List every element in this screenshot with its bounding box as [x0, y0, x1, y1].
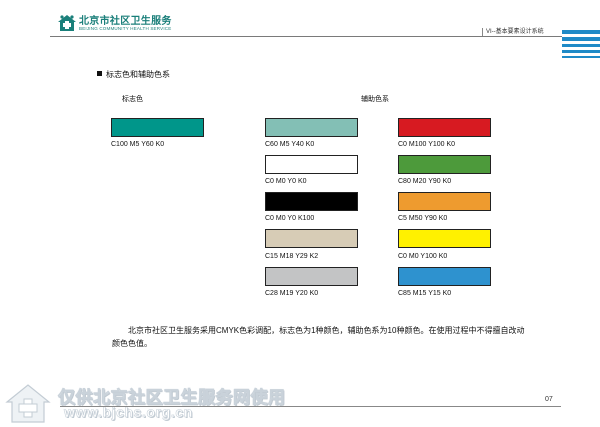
brand-color-label: 标志色	[122, 96, 143, 103]
house-logo-icon	[58, 15, 76, 31]
aux-swatch-yellow	[398, 229, 491, 248]
stripe	[562, 56, 600, 58]
aux-swatch-blue	[398, 267, 491, 286]
aux-code: C15 M18 Y29 K2	[265, 253, 319, 260]
aux-code: C60 M5 Y40 K0	[265, 141, 315, 148]
page-number: 07	[545, 396, 553, 403]
brand-logo: 北京市社区卫生服务 BEIJING COMMUNITY HEALTH SERVI…	[57, 12, 177, 36]
brand-color-swatch	[111, 118, 204, 137]
aux-swatch-red	[398, 118, 491, 137]
aux-swatch-beige	[265, 229, 358, 248]
aux-swatch-green	[398, 155, 491, 174]
aux-code: C28 M19 Y20 K0	[265, 290, 319, 297]
aux-code: C0 M0 Y0 K100	[265, 215, 315, 222]
header-title: VI--基本要素设计系统	[486, 29, 544, 35]
description-text: 北京市社区卫生服务采用CMYK色彩调配，标志色为1种颜色，辅助色系为10种颜色。…	[112, 326, 525, 348]
stripe	[562, 50, 600, 53]
aux-code: C0 M0 Y0 K0	[265, 178, 307, 185]
aux-swatch-gray	[265, 267, 358, 286]
header-divider	[50, 36, 562, 37]
logo-text-en: BEIJING COMMUNITY HEALTH SERVICE	[79, 26, 172, 31]
stripe	[562, 30, 600, 34]
section-title: 标志色和辅助色系	[97, 69, 170, 80]
aux-swatch-orange	[398, 192, 491, 211]
aux-color-label: 辅助色系	[361, 96, 389, 103]
logo-text-cn: 北京市社区卫生服务	[79, 16, 172, 27]
watermark-logo-icon	[5, 384, 51, 423]
watermark: 仅供北京社区卫生服务网使用 www.bjchs.org.cn	[0, 380, 300, 427]
footer-divider	[60, 406, 561, 407]
header-tick	[482, 28, 483, 36]
stripe	[562, 44, 600, 47]
section-title-text: 标志色和辅助色系	[106, 70, 170, 79]
aux-code: C85 M15 Y15 K0	[398, 290, 452, 297]
square-bullet-icon	[97, 71, 102, 76]
aux-swatch-black	[265, 192, 358, 211]
stripe	[562, 37, 600, 41]
aux-swatch-white	[265, 155, 358, 174]
aux-code: C5 M50 Y90 K0	[398, 215, 448, 222]
brand-color-code: C100 M5 Y60 K0	[111, 141, 165, 148]
aux-code: C80 M20 Y90 K0	[398, 178, 452, 185]
aux-code: C0 M100 Y100 K0	[398, 141, 456, 148]
aux-code: C0 M0 Y100 K0	[398, 253, 448, 260]
aux-swatch-cyan-light	[265, 118, 358, 137]
